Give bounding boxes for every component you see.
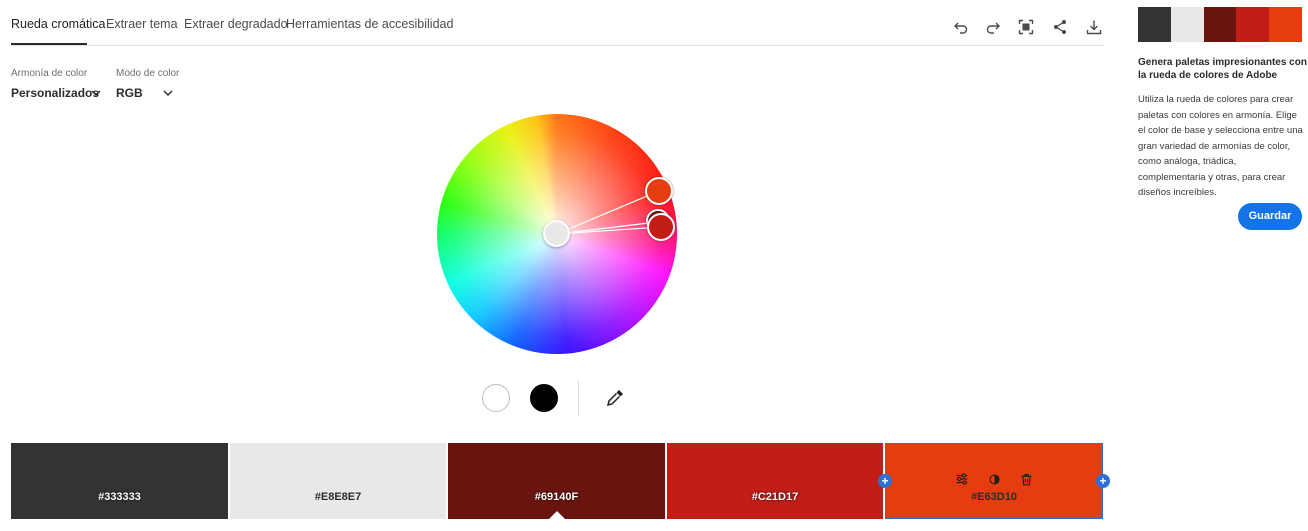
eyedropper-icon[interactable] — [604, 387, 626, 409]
mini-swatch-4 — [1236, 7, 1270, 42]
wheel-handle-base[interactable] — [543, 220, 570, 247]
sliders-icon[interactable] — [954, 471, 970, 487]
harmony-select[interactable]: Personalizados — [11, 86, 99, 100]
tab-bar: Rueda cromática Extraer tema Extraer deg… — [11, 0, 1104, 46]
trash-icon[interactable] — [1018, 471, 1034, 487]
black-color-button[interactable] — [530, 384, 558, 412]
redo-icon[interactable] — [982, 16, 1004, 38]
share-icon[interactable] — [1049, 16, 1071, 38]
mini-palette-preview — [1138, 7, 1302, 42]
sidebar-title: Genera paletas impresionantes con la rue… — [1138, 57, 1307, 81]
swatch-tools — [885, 471, 1103, 487]
color-wheel-app: Rueda cromática Extraer tema Extraer deg… — [0, 0, 1308, 531]
undo-icon[interactable] — [950, 16, 972, 38]
mini-swatch-2 — [1170, 7, 1204, 42]
swatch-3-base[interactable]: #69140F — [448, 443, 665, 519]
swatch-hex-label: #E63D10 — [971, 491, 1017, 503]
tab-color-wheel[interactable]: Rueda cromática — [11, 17, 106, 31]
mini-swatch-3 — [1203, 7, 1237, 42]
harmony-chevron-down-icon[interactable] — [90, 88, 102, 98]
swatch-5-selected[interactable]: #E63D10 — [885, 443, 1103, 519]
harmony-label: Armonía de color — [11, 68, 88, 79]
color-mode-label: Modo de color — [116, 68, 180, 79]
swatch-1[interactable]: #333333 — [11, 443, 228, 519]
mini-swatch-1 — [1138, 7, 1171, 42]
swatch-hex-label: #69140F — [534, 491, 579, 503]
swatch-hex-label: #E8E8E7 — [314, 491, 362, 503]
tool-divider — [578, 380, 579, 416]
swatch-hex-label: #333333 — [98, 491, 141, 503]
tab-extract-theme[interactable]: Extraer tema — [106, 17, 178, 31]
color-mode-select[interactable]: RGB — [116, 86, 143, 100]
tab-accessibility-tools[interactable]: Herramientas de accesibilidad — [286, 17, 453, 31]
fit-screen-icon[interactable] — [1015, 16, 1037, 38]
base-color-marker — [548, 511, 565, 519]
swatch-2[interactable]: #E8E8E7 — [230, 443, 446, 519]
swatch-hex-label: #C21D17 — [751, 491, 799, 503]
tab-extract-gradient[interactable]: Extraer degradado — [184, 17, 288, 31]
mini-swatch-5 — [1269, 7, 1302, 42]
wheel-handle-red[interactable] — [647, 213, 675, 241]
sidebar-description: Utiliza la rueda de colores para crear p… — [1138, 94, 1303, 198]
save-button[interactable]: Guardar — [1238, 203, 1302, 230]
contrast-icon[interactable] — [986, 471, 1002, 487]
color-mode-chevron-down-icon[interactable] — [162, 88, 174, 98]
download-icon[interactable] — [1083, 16, 1105, 38]
active-tab-indicator — [11, 43, 87, 45]
white-color-button[interactable] — [482, 384, 510, 412]
swatch-4[interactable]: #C21D17 — [667, 443, 883, 519]
add-color-left-button[interactable]: + — [878, 474, 892, 488]
add-color-right-button[interactable]: + — [1096, 474, 1110, 488]
wheel-handle-orange[interactable] — [645, 177, 673, 205]
